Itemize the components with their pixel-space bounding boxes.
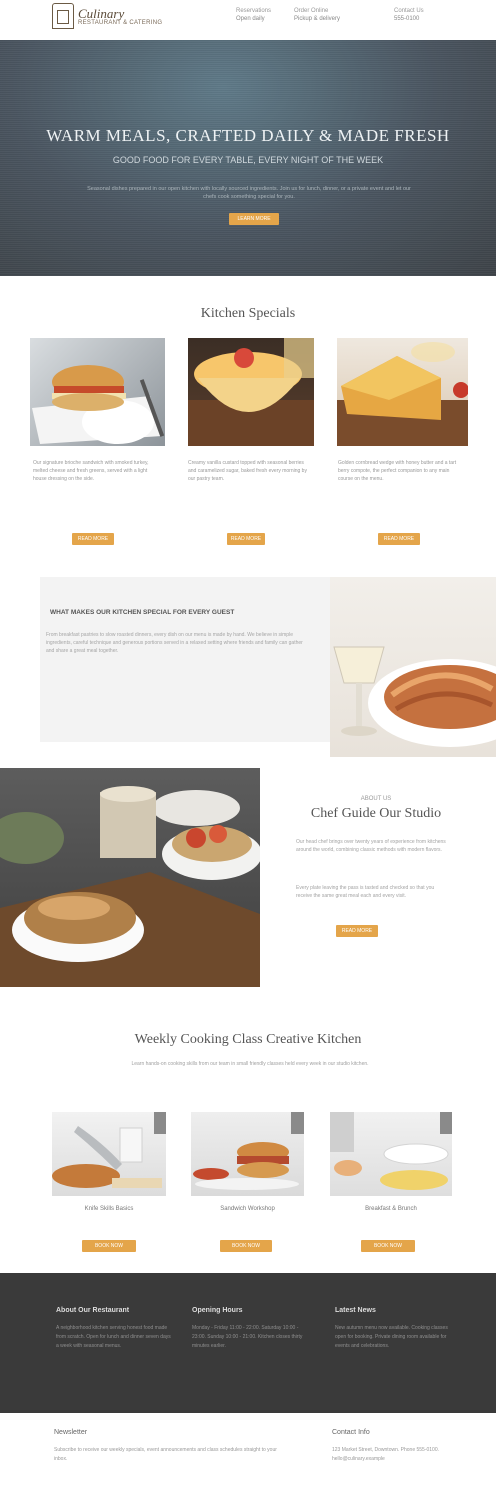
- site-footer: About Our Restaurant A neighborhood kitc…: [0, 1273, 496, 1413]
- workshop-image-knife[interactable]: [52, 1112, 166, 1196]
- chef-read-more-button[interactable]: READ MORE: [336, 925, 378, 937]
- workshops-text: Learn hands-on cooking skills from our t…: [131, 1061, 369, 1067]
- footer-column-news: Latest News New autumn menu now availabl…: [335, 1307, 455, 1351]
- newsletter-block: Newsletter Subscribe to receive our week…: [54, 1429, 284, 1464]
- cornbread-illustration: [337, 342, 468, 446]
- sandwich-illustration: [193, 1112, 304, 1190]
- story-text: From breakfast pastries to slow roasted …: [46, 632, 303, 654]
- footer-text: Monday - Friday 11:00 - 22:00. Saturday …: [192, 1325, 303, 1349]
- topnav-item-contact[interactable]: Contact Us 555-0100: [394, 7, 424, 23]
- knife-illustration: [52, 1112, 166, 1188]
- topnav-label: Order Online: [294, 8, 329, 14]
- workshop-caption: Knife Skills Basics: [84, 1206, 134, 1212]
- footer-column-about: About Our Restaurant A neighborhood kitc…: [56, 1307, 172, 1351]
- custard-illustration: [188, 338, 314, 446]
- specials-title: Kitchen Specials: [200, 306, 296, 321]
- hero-banner: WARM MEALS, CRAFTED DAILY & MADE FRESH G…: [0, 40, 496, 276]
- special-image-custard[interactable]: [188, 338, 314, 446]
- topnav-item-order[interactable]: Order Online Pickup & delivery: [294, 7, 340, 23]
- story-photo: [330, 577, 496, 757]
- footer-heading: Latest News: [335, 1307, 376, 1314]
- workshop-caption: Sandwich Workshop: [220, 1206, 275, 1212]
- contact-heading: Contact Info: [332, 1429, 370, 1436]
- workshops-title: Weekly Cooking Class Creative Kitchen: [134, 1032, 362, 1047]
- hero-title: WARM MEALS, CRAFTED DAILY & MADE FRESH: [46, 126, 450, 145]
- site-header: Culinary RESTAURANT & CATERING Reservati…: [0, 0, 496, 40]
- chef-text-2: Every plate leaving the pass is tasted a…: [296, 885, 435, 899]
- breakfast-illustration: [330, 1112, 452, 1190]
- bowls-illustration: [0, 786, 260, 987]
- workshop-caption: Breakfast & Brunch: [365, 1206, 417, 1212]
- bottom-bar: Newsletter Subscribe to receive our week…: [0, 1413, 496, 1496]
- hero-text: Seasonal dishes prepared in our open kit…: [87, 186, 411, 200]
- newsletter-text: Subscribe to receive our weekly specials…: [54, 1447, 277, 1462]
- workshop-image-breakfast[interactable]: [330, 1112, 452, 1196]
- footer-text: A neighborhood kitchen serving honest fo…: [56, 1325, 171, 1349]
- chef-kicker: ABOUT US: [360, 796, 392, 802]
- chef-text-1: Our head chef brings over twenty years o…: [296, 839, 446, 853]
- workshop-image-sandwich[interactable]: [191, 1112, 304, 1196]
- special-text: Our signature brioche sandwich with smok…: [33, 460, 149, 482]
- logo-title: Culinary: [78, 5, 125, 21]
- footer-heading: About Our Restaurant: [56, 1307, 130, 1314]
- logo-icon: [52, 3, 74, 29]
- footer-heading: Opening Hours: [192, 1307, 243, 1314]
- roast-dish-illustration: [333, 646, 496, 747]
- hero-subtitle: GOOD FOOD FOR EVERY TABLE, EVERY NIGHT O…: [112, 155, 384, 165]
- topnav-label: Contact Us: [394, 8, 424, 14]
- special-text: Creamy vanilla custard topped with seaso…: [188, 460, 307, 482]
- contact-text: 123 Market Street, Downtown. Phone 555-0…: [332, 1447, 440, 1462]
- special-read-more-button[interactable]: READ MORE: [378, 533, 420, 545]
- special-image-cornbread[interactable]: [337, 338, 468, 446]
- topnav-sub: Pickup & delivery: [294, 16, 341, 22]
- footer-column-hours: Opening Hours Monday - Friday 11:00 - 22…: [192, 1307, 308, 1351]
- logo-subtitle: RESTAURANT & CATERING: [78, 19, 163, 26]
- special-read-more-button[interactable]: READ MORE: [72, 533, 114, 545]
- topnav-item-reservations[interactable]: Reservations Open daily: [236, 7, 271, 23]
- workshop-book-button[interactable]: BOOK NOW: [82, 1240, 136, 1252]
- special-image-sandwich[interactable]: [30, 338, 165, 446]
- story-title: WHAT MAKES OUR KITCHEN SPECIAL FOR EVERY…: [50, 609, 235, 616]
- topnav-sub: 555-0100: [394, 16, 420, 22]
- topnav-label: Reservations: [236, 8, 272, 14]
- story-band: WHAT MAKES OUR KITCHEN SPECIAL FOR EVERY…: [40, 577, 330, 742]
- hero-learn-more-button[interactable]: LEARN MORE: [229, 213, 279, 225]
- footer-text: New autumn menu now available. Cooking c…: [335, 1325, 448, 1349]
- contact-block: Contact Info 123 Market Street, Downtown…: [332, 1429, 458, 1464]
- special-read-more-button[interactable]: READ MORE: [227, 533, 265, 545]
- topnav-sub: Open daily: [236, 16, 265, 22]
- logo[interactable]: Culinary RESTAURANT & CATERING: [52, 3, 162, 29]
- special-text: Golden cornbread wedge with honey butter…: [338, 460, 457, 482]
- workshop-book-button[interactable]: BOOK NOW: [361, 1240, 415, 1252]
- chef-photo: [0, 768, 260, 987]
- newsletter-heading: Newsletter: [54, 1429, 88, 1436]
- chef-title: Chef Guide Our Studio: [310, 806, 442, 821]
- sandwich-illustration: [32, 365, 165, 444]
- workshop-book-button[interactable]: BOOK NOW: [220, 1240, 272, 1252]
